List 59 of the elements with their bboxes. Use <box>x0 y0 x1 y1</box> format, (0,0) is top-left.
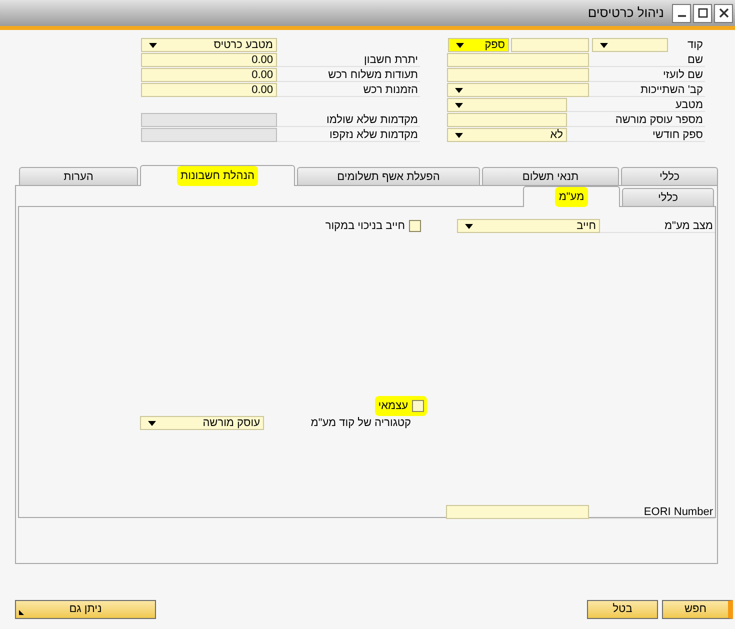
dropdown-arrow-icon <box>455 132 463 138</box>
dropdown-arrow-icon <box>456 42 464 48</box>
dropdown-arrow-icon <box>455 102 463 108</box>
tab[interactable]: הנהלת חשבונות <box>140 165 295 186</box>
cancel-button[interactable]: בטל <box>587 600 658 619</box>
minimize-icon <box>678 14 686 16</box>
tab[interactable]: הערות <box>19 167 138 185</box>
field-label: ספק חודשי <box>567 128 705 142</box>
tab[interactable]: הפעלת אשף תשלומים <box>297 167 480 185</box>
code-field[interactable] <box>511 38 589 52</box>
card-type-dropdown[interactable]: ספק <box>448 38 509 52</box>
readonly-field[interactable] <box>141 113 277 127</box>
dropdown-arrow-icon <box>455 88 463 92</box>
vat-category-dropdown[interactable]: עוסק מורשה <box>140 416 264 430</box>
checkbox-label: חייב בניכוי במקור <box>325 219 405 234</box>
field-label: מטבע <box>567 98 705 112</box>
field-label: מקדמות שלא שולמו <box>277 113 420 127</box>
dropdown-arrow-icon <box>465 224 473 229</box>
also-button[interactable]: ניתן גם <box>15 600 156 619</box>
currency-dropdown[interactable]: מטבע כרטיס <box>141 38 277 52</box>
amount-field[interactable]: 0.00 <box>141 53 277 67</box>
readonly-field[interactable] <box>141 128 277 142</box>
dropdown-arrow-icon <box>148 420 156 426</box>
field-label: קטגוריה של קוד מע"מ <box>310 416 412 430</box>
maximize-button[interactable] <box>693 4 712 22</box>
window-title: ניהול כרטיסים <box>588 4 664 22</box>
dropdown-arrow-icon <box>149 42 157 48</box>
dropdown-field[interactable] <box>447 98 567 112</box>
vat-status-dropdown[interactable]: חייב <box>457 219 600 234</box>
input-field[interactable] <box>447 53 589 67</box>
dropdown-field[interactable] <box>447 83 589 97</box>
tab[interactable]: תנאי תשלום <box>482 167 619 185</box>
field-label: הזמנות רכש <box>277 83 420 97</box>
maximize-icon <box>696 6 710 20</box>
amount-field[interactable]: 0.00 <box>141 83 277 97</box>
input-field[interactable] <box>447 68 589 82</box>
tab[interactable]: כללי <box>621 167 718 185</box>
field-label: יתרת חשבון <box>277 53 420 67</box>
type-dropdown[interactable] <box>592 38 668 52</box>
field-label: EORI Number <box>589 505 715 519</box>
field-label: תעודות משלוח רכש <box>277 68 420 82</box>
input-field[interactable] <box>447 113 567 127</box>
dropdown-arrow-icon <box>600 42 608 48</box>
field-label: מקדמות שלא נזקפו <box>277 128 420 142</box>
checkbox[interactable] <box>409 220 421 232</box>
amount-field[interactable]: 0.00 <box>141 68 277 82</box>
subtab[interactable]: כללי <box>622 188 714 206</box>
corner-arrow-icon <box>19 610 24 615</box>
checkbox-label: עצמאי <box>378 398 408 414</box>
field-label: מספר עוסק מורשה <box>567 113 705 127</box>
dropdown-field[interactable]: לא <box>447 128 567 142</box>
minimize-button[interactable] <box>672 4 691 22</box>
subtab[interactable]: מע"מ <box>523 186 620 207</box>
eori-field[interactable] <box>446 505 589 519</box>
find-button[interactable]: חפש <box>662 600 733 619</box>
field-label: קוד <box>686 38 704 52</box>
checkbox[interactable] <box>412 400 424 412</box>
close-button[interactable] <box>714 4 733 22</box>
close-icon <box>716 6 730 20</box>
